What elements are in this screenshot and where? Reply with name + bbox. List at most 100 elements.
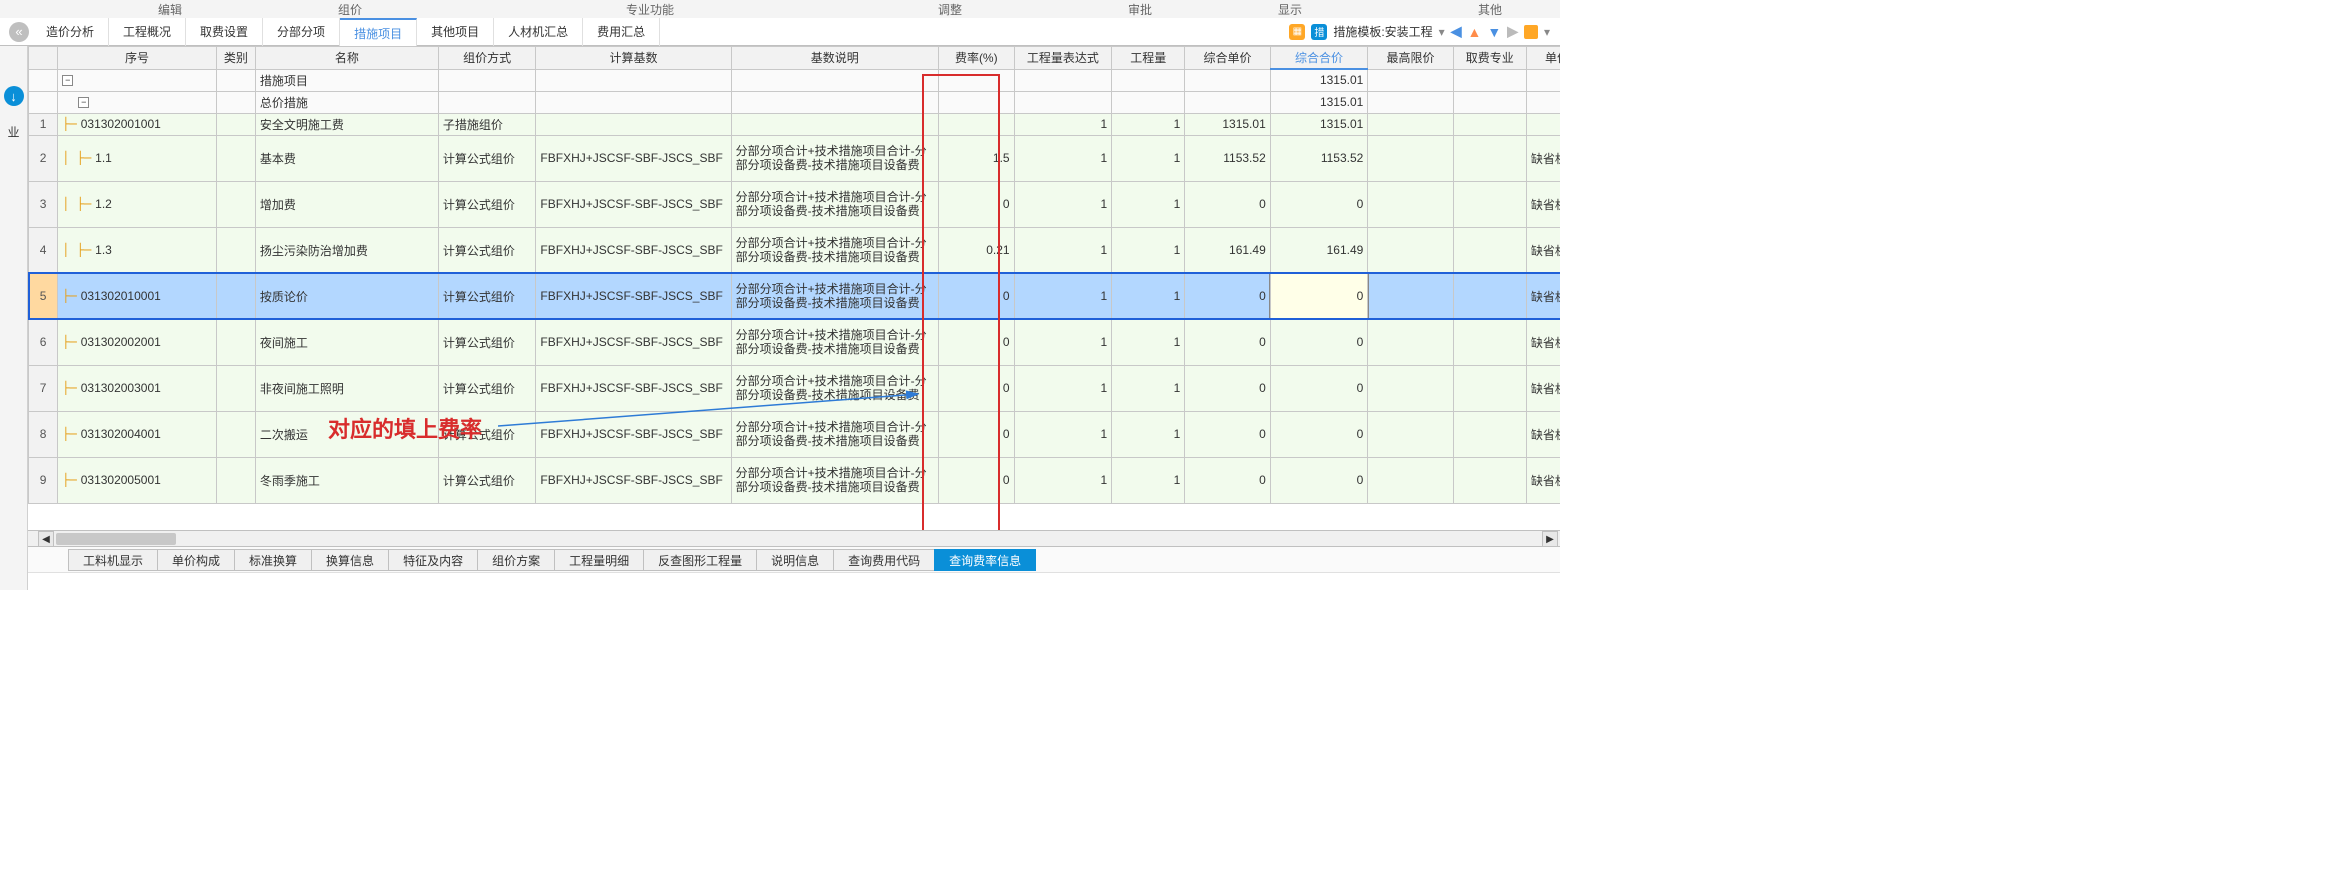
cell-qtyexpr[interactable]: 1 <box>1014 319 1112 365</box>
cell-basedesc[interactable]: 分部分项合计+技术措施项目合计-分部分项设备费-技术措施项目设备费 <box>731 319 938 365</box>
cell-grpmode[interactable]: 计算公式组价 <box>438 227 536 273</box>
table-row[interactable]: 1├─ 031302001001安全文明施工费子措施组价111315.01131… <box>29 113 1561 135</box>
col-header-feecat[interactable]: 取费专业 <box>1453 47 1526 70</box>
scroll-thumb[interactable] <box>56 533 176 545</box>
col-header-name[interactable]: 名称 <box>255 47 438 70</box>
cell-qtyexpr[interactable]: 1 <box>1014 457 1112 503</box>
cell-qty[interactable]: 1 <box>1112 227 1185 273</box>
main-tab-machine-summary[interactable]: 人材机汇总 <box>494 18 583 46</box>
cell-type[interactable] <box>216 273 255 319</box>
col-header-type[interactable]: 类别 <box>216 47 255 70</box>
cell-calcbase[interactable]: FBFXHJ+JSCSF-SBF-JSCS_SBF <box>536 181 731 227</box>
cell-unit[interactable]: 缺省机或计 <box>1526 273 1560 319</box>
toolbar-dropdown-icon[interactable]: ▾ <box>1544 25 1550 39</box>
cell-seq[interactable]: │ ├─ 1.3 <box>58 227 217 273</box>
cell-totalprice[interactable]: 0 <box>1270 273 1368 319</box>
cell-calcbase[interactable] <box>536 91 731 113</box>
bottom-tab-feature-content[interactable]: 特征及内容 <box>388 549 478 571</box>
cell-unitprice[interactable] <box>1185 69 1270 91</box>
cell-seq[interactable]: ├─ 031302004001 <box>58 411 217 457</box>
cell-feecat[interactable] <box>1453 227 1526 273</box>
cell-unit[interactable]: 缺省机或计 <box>1526 365 1560 411</box>
cell-basedesc[interactable]: 分部分项合计+技术措施项目合计-分部分项设备费-技术措施项目设备费 <box>731 181 938 227</box>
bottom-tab-material-display[interactable]: 工料机显示 <box>68 549 158 571</box>
cell-seq[interactable]: ├─ 031302010001 <box>58 273 217 319</box>
cell-name[interactable]: 冬雨季施工 <box>255 457 438 503</box>
cell-name[interactable]: 措施项目 <box>255 69 438 91</box>
cell-name[interactable]: 基本费 <box>255 135 438 181</box>
cell-unit[interactable]: 缺省机或计 <box>1526 227 1560 273</box>
cell-rate[interactable] <box>938 69 1014 91</box>
cell-qty[interactable]: 1 <box>1112 181 1185 227</box>
col-header-unitprice[interactable]: 综合单价 <box>1185 47 1270 70</box>
cell-type[interactable] <box>216 457 255 503</box>
cell-calcbase[interactable] <box>536 69 731 91</box>
cell-feecat[interactable] <box>1453 91 1526 113</box>
cell-unit[interactable]: 缺省机或计 <box>1526 181 1560 227</box>
menu-pro[interactable]: 专业功能 <box>600 1 700 18</box>
cell-feecat[interactable] <box>1453 113 1526 135</box>
template-badge-icon[interactable]: 措 <box>1311 24 1327 40</box>
cell-totalprice[interactable]: 0 <box>1270 365 1368 411</box>
cell-qty[interactable]: 1 <box>1112 411 1185 457</box>
cell-maxprice[interactable] <box>1368 113 1453 135</box>
cell-qtyexpr[interactable]: 1 <box>1014 113 1112 135</box>
cell-qty[interactable]: 1 <box>1112 273 1185 319</box>
cell-totalprice[interactable]: 0 <box>1270 411 1368 457</box>
cell-maxprice[interactable] <box>1368 411 1453 457</box>
cell-qty[interactable]: 1 <box>1112 113 1185 135</box>
main-tab-measures[interactable]: 措施项目 <box>340 18 417 46</box>
table-row[interactable]: 9├─ 031302005001冬雨季施工计算公式组价FBFXHJ+JSCSF-… <box>29 457 1561 503</box>
cell-qtyexpr[interactable] <box>1014 91 1112 113</box>
cell-totalprice[interactable]: 1315.01 <box>1270 69 1368 91</box>
cell-feecat[interactable] <box>1453 365 1526 411</box>
main-tab-fee-summary[interactable]: 费用汇总 <box>583 18 660 46</box>
cell-maxprice[interactable] <box>1368 227 1453 273</box>
cell-unit[interactable] <box>1526 69 1560 91</box>
cell-type[interactable] <box>216 69 255 91</box>
bottom-tab-qty-detail[interactable]: 工程量明细 <box>554 549 644 571</box>
cell-unitprice[interactable]: 0 <box>1185 365 1270 411</box>
cell-type[interactable] <box>216 365 255 411</box>
cell-maxprice[interactable] <box>1368 457 1453 503</box>
cell-unit[interactable]: 缺省机或计 <box>1526 135 1560 181</box>
table-row[interactable]: 2│ ├─ 1.1基本费计算公式组价FBFXHJ+JSCSF-SBF-JSCS_… <box>29 135 1561 181</box>
cell-grpmode[interactable]: 计算公式组价 <box>438 273 536 319</box>
cell-name[interactable]: 夜间施工 <box>255 319 438 365</box>
cell-calcbase[interactable]: FBFXHJ+JSCSF-SBF-JSCS_SBF <box>536 365 731 411</box>
cell-unit[interactable] <box>1526 91 1560 113</box>
cell-calcbase[interactable] <box>536 113 731 135</box>
cell-unit[interactable]: 缺省机或计 <box>1526 457 1560 503</box>
cell-type[interactable] <box>216 227 255 273</box>
cell-qty[interactable]: 1 <box>1112 365 1185 411</box>
cell-calcbase[interactable]: FBFXHJ+JSCSF-SBF-JSCS_SBF <box>536 457 731 503</box>
menu-other[interactable]: 其他 <box>1440 1 1540 18</box>
col-header-unit[interactable]: 单价 <box>1526 47 1560 70</box>
cell-unitprice[interactable]: 1153.52 <box>1185 135 1270 181</box>
cell-unitprice[interactable]: 1315.01 <box>1185 113 1270 135</box>
main-tab-other-items[interactable]: 其他项目 <box>417 18 494 46</box>
cell-calcbase[interactable]: FBFXHJ+JSCSF-SBF-JSCS_SBF <box>536 227 731 273</box>
cell-totalprice[interactable]: 0 <box>1270 319 1368 365</box>
cell-qtyexpr[interactable]: 1 <box>1014 365 1112 411</box>
cell-basedesc[interactable] <box>731 69 938 91</box>
cell-name[interactable]: 非夜间施工照明 <box>255 365 438 411</box>
cell-feecat[interactable] <box>1453 135 1526 181</box>
cell-qtyexpr[interactable]: 1 <box>1014 181 1112 227</box>
cell-totalprice[interactable]: 161.49 <box>1270 227 1368 273</box>
cell-feecat[interactable] <box>1453 411 1526 457</box>
cell-maxprice[interactable] <box>1368 181 1453 227</box>
menu-review[interactable]: 审批 <box>1090 1 1190 18</box>
cell-calcbase[interactable]: FBFXHJ+JSCSF-SBF-JSCS_SBF <box>536 411 731 457</box>
main-tab-division[interactable]: 分部分项 <box>263 18 340 46</box>
cell-feecat[interactable] <box>1453 457 1526 503</box>
cell-unitprice[interactable]: 0 <box>1185 457 1270 503</box>
cell-feecat[interactable] <box>1453 273 1526 319</box>
cell-qtyexpr[interactable]: 1 <box>1014 135 1112 181</box>
cell-name[interactable]: 总价措施 <box>255 91 438 113</box>
menu-price[interactable]: 组价 <box>300 1 400 18</box>
main-tab-fee-settings[interactable]: 取费设置 <box>186 18 263 46</box>
cell-unit[interactable] <box>1526 113 1560 135</box>
cell-rate[interactable]: 0 <box>938 319 1014 365</box>
cell-feecat[interactable] <box>1453 319 1526 365</box>
